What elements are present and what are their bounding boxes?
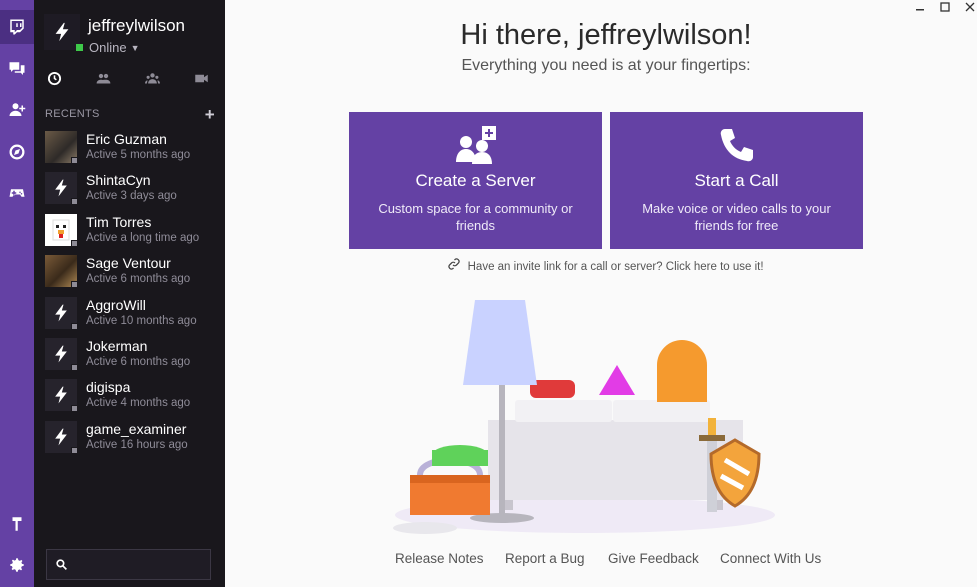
- card-title: Create a Server: [415, 171, 536, 190]
- card-description: Custom space for a community or friends: [378, 201, 573, 233]
- card-description: Make voice or video calls to your friend…: [642, 201, 831, 233]
- search-input[interactable]: [74, 557, 204, 572]
- games-icon[interactable]: [0, 176, 34, 210]
- presence-dot: [71, 157, 78, 164]
- invite-text: Have an invite link for a call or server…: [467, 261, 764, 273]
- minimize-icon[interactable]: [911, 0, 929, 14]
- recents-header: RECENTS +: [45, 105, 215, 125]
- maximize-icon[interactable]: [936, 0, 954, 14]
- friend-activity: Active 6 months ago: [86, 356, 191, 368]
- search-icon: [56, 559, 67, 570]
- presence-dot: [71, 240, 78, 247]
- friend-item[interactable]: game_examiner Active 16 hours ago: [45, 421, 223, 457]
- friend-activity: Active 3 days ago: [86, 190, 177, 202]
- friends-panel: jeffreylwilson Online ▼ RECENTS + Eric G…: [34, 0, 225, 587]
- online-dot: [76, 44, 83, 51]
- recent-icon[interactable]: [42, 66, 66, 90]
- friend-item[interactable]: ShintaCyn Active 3 days ago: [45, 172, 223, 208]
- recents-title: RECENTS: [45, 108, 100, 120]
- greeting-title: Hi there, jeffreylwilson!: [460, 19, 752, 51]
- twitch-logo-icon[interactable]: [0, 10, 34, 44]
- presence-dot: [71, 364, 78, 371]
- status-selector[interactable]: Online ▼: [76, 40, 140, 55]
- close-icon[interactable]: [961, 0, 977, 14]
- give-feedback-link[interactable]: Give Feedback: [608, 551, 699, 566]
- friend-name: AggroWill: [86, 297, 146, 313]
- add-recent-icon[interactable]: +: [205, 105, 215, 125]
- friend-name: Eric Guzman: [86, 131, 167, 147]
- friend-activity: Active 6 months ago: [86, 273, 191, 285]
- link-icon: [448, 258, 461, 273]
- friend-item[interactable]: Jokerman Active 6 months ago: [45, 338, 223, 374]
- lightning-icon: [55, 428, 67, 446]
- friend-name: game_examiner: [86, 421, 187, 437]
- presence-dot: [71, 281, 78, 288]
- friend-item[interactable]: AggroWill Active 10 months ago: [45, 297, 223, 333]
- username: jeffreylwilson: [88, 16, 186, 35]
- start-call-card[interactable]: Start a Call Make voice or video calls t…: [610, 112, 863, 249]
- search-box[interactable]: [46, 549, 211, 580]
- friend-item[interactable]: Eric Guzman Active 5 months ago: [45, 131, 223, 167]
- friends-icon[interactable]: [91, 66, 115, 90]
- groups-icon[interactable]: [140, 66, 164, 90]
- current-user[interactable]: jeffreylwilson Online ▼: [44, 14, 224, 58]
- presence-dot: [71, 198, 78, 205]
- status-label: Online: [89, 40, 127, 55]
- presence-dot: [71, 405, 78, 412]
- whispers-icon[interactable]: [0, 52, 34, 86]
- friend-name: Jokerman: [86, 338, 148, 354]
- friend-filters: [34, 66, 225, 90]
- friend-activity: Active 4 months ago: [86, 397, 191, 409]
- settings-icon[interactable]: [0, 548, 34, 582]
- friend-activity: Active 16 hours ago: [86, 439, 188, 451]
- lightning-icon: [55, 345, 67, 363]
- friend-name: Tim Torres: [86, 214, 152, 230]
- invite-link[interactable]: Have an invite link for a call or server…: [225, 258, 977, 273]
- presence-dot: [71, 447, 78, 454]
- left-rail: [0, 0, 34, 587]
- room-illustration: [393, 300, 775, 534]
- presence-dot: [71, 323, 78, 330]
- release-notes-link[interactable]: Release Notes: [395, 551, 484, 566]
- avatar: [44, 14, 80, 50]
- mod-icon[interactable]: [0, 507, 34, 541]
- report-bug-link[interactable]: Report a Bug: [505, 551, 585, 566]
- chevron-down-icon: ▼: [130, 42, 140, 53]
- friend-item[interactable]: digispa Active 4 months ago: [45, 379, 223, 415]
- friend-activity: Active a long time ago: [86, 232, 200, 244]
- lightning-icon: [55, 22, 69, 42]
- friend-activity: Active 5 months ago: [86, 149, 191, 161]
- friend-name: digispa: [86, 379, 131, 395]
- lightning-icon: [55, 304, 67, 322]
- video-icon[interactable]: [189, 66, 213, 90]
- friend-name: Sage Ventour: [86, 255, 171, 271]
- browse-icon[interactable]: [0, 135, 34, 169]
- friend-activity: Active 10 months ago: [86, 315, 197, 327]
- server-add-icon: [349, 126, 602, 166]
- main-content: Hi there, jeffreylwilson! Everything you…: [225, 0, 977, 587]
- friend-name: ShintaCyn: [86, 172, 151, 188]
- phone-icon: [610, 126, 863, 166]
- create-server-card[interactable]: Create a Server Custom space for a commu…: [349, 112, 602, 249]
- card-title: Start a Call: [694, 171, 779, 190]
- lightning-icon: [55, 386, 67, 404]
- add-friend-icon[interactable]: [0, 93, 34, 127]
- greeting-subtitle: Everything you need is at your fingertip…: [461, 57, 751, 74]
- friend-item[interactable]: Tim Torres Active a long time ago: [45, 214, 223, 250]
- lightning-icon: [55, 179, 67, 197]
- connect-with-us-link[interactable]: Connect With Us: [720, 551, 821, 566]
- friend-item[interactable]: Sage Ventour Active 6 months ago: [45, 255, 223, 291]
